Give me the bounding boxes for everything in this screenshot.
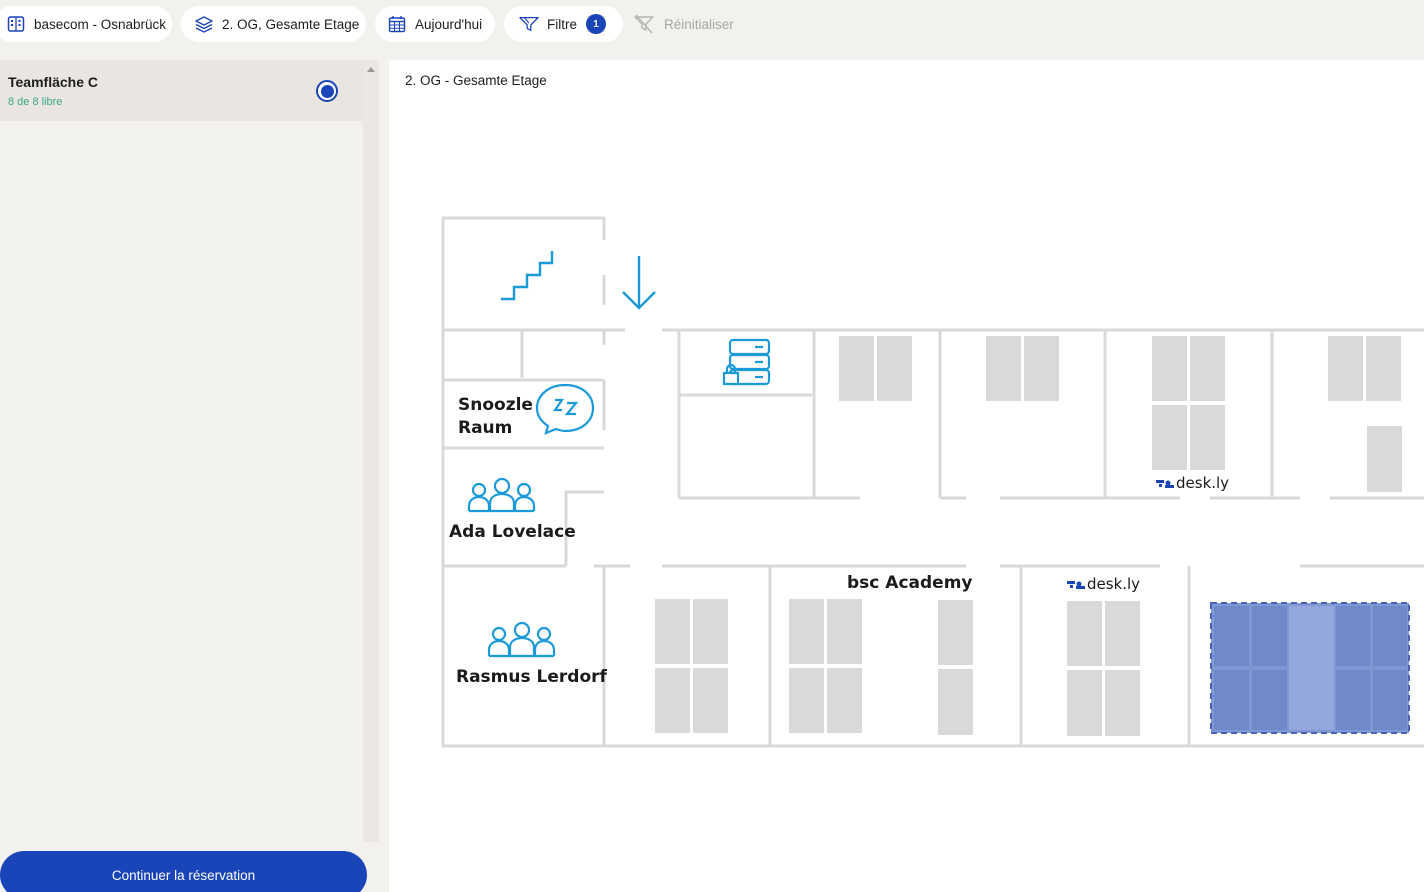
filter-bar: basecom - Osnabrück 2. OG, Gesamte Etage… bbox=[0, 0, 1424, 48]
location-label: basecom - Osnabrück bbox=[34, 16, 167, 32]
filter-off-icon bbox=[633, 13, 655, 35]
area-availability: 8 de 8 libre bbox=[8, 96, 63, 108]
floor-label: 2. OG, Gesamte Etage bbox=[222, 16, 360, 32]
calendar-icon bbox=[387, 14, 407, 34]
meeting-people-icon bbox=[487, 621, 556, 658]
area-list-item[interactable]: Teamfläche C 8 de 8 libre bbox=[0, 60, 363, 121]
area-list: Teamfläche C 8 de 8 libre bbox=[0, 60, 363, 892]
filter-label: Filtre bbox=[547, 16, 577, 32]
area-select-radio[interactable] bbox=[316, 80, 338, 102]
room-label-snoozle: Snoozle Raum bbox=[458, 395, 533, 438]
deskly-logo: desk.ly bbox=[1067, 575, 1140, 593]
floor-map-panel: 2. OG - Gesamte Etage Snoozle Raum Ada L… bbox=[389, 60, 1424, 892]
reset-label: Réinitialiser bbox=[664, 16, 734, 32]
stairs-icon bbox=[501, 251, 554, 301]
floor-plan bbox=[441, 216, 1424, 748]
deskly-logo-icon bbox=[1067, 579, 1085, 589]
selected-area-highlight[interactable] bbox=[1210, 602, 1410, 734]
area-name: Teamfläche C bbox=[8, 74, 98, 90]
room-label-bsc-academy: bsc Academy bbox=[847, 573, 973, 593]
sidebar-scrollbar[interactable] bbox=[363, 60, 379, 842]
server-lock-icon bbox=[722, 338, 771, 386]
scroll-up-arrow-icon[interactable] bbox=[363, 62, 379, 76]
floor-selector[interactable]: 2. OG, Gesamte Etage bbox=[181, 6, 366, 42]
arrow-down-icon bbox=[622, 256, 656, 310]
date-label: Aujourd'hui bbox=[415, 16, 483, 32]
date-selector[interactable]: Aujourd'hui bbox=[375, 6, 495, 42]
room-label-ada-lovelace[interactable]: Ada Lovelace bbox=[449, 522, 576, 542]
reset-filters-button[interactable]: Réinitialiser bbox=[633, 6, 734, 42]
building-icon bbox=[6, 14, 26, 34]
meeting-people-icon bbox=[467, 477, 536, 513]
filter-icon bbox=[519, 14, 539, 34]
snooze-bubble-icon bbox=[535, 383, 595, 435]
filter-count-badge: 1 bbox=[586, 14, 606, 34]
deskly-logo: desk.ly bbox=[1156, 474, 1229, 492]
filter-button[interactable]: Filtre 1 bbox=[504, 6, 623, 42]
location-selector[interactable]: basecom - Osnabrück bbox=[0, 6, 172, 42]
deskly-logo-icon bbox=[1156, 478, 1174, 488]
room-label-rasmus-lerdorf[interactable]: Rasmus Lerdorf bbox=[456, 667, 607, 687]
continue-booking-button[interactable]: Continuer la réservation bbox=[0, 851, 367, 892]
layers-icon bbox=[194, 14, 214, 34]
